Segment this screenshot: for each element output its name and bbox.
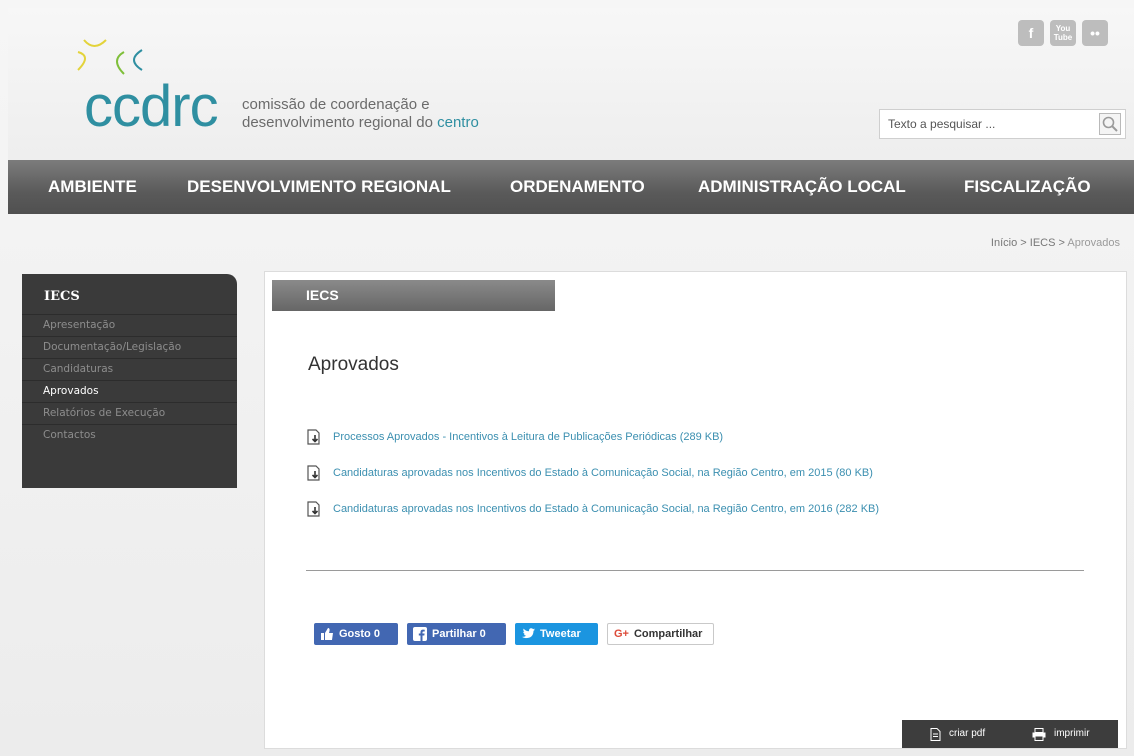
document-link[interactable]: Processos Aprovados - Incentivos à Leitu…	[333, 429, 723, 445]
twitter-bird-icon	[521, 628, 535, 639]
document-link[interactable]: Candidaturas aprovadas nos Incentivos do…	[333, 465, 873, 481]
tagline-line-2: desenvolvimento regional do centro	[242, 114, 479, 132]
document-link[interactable]: Candidaturas aprovadas nos Incentivos do…	[333, 501, 879, 517]
page: ccdrc comissão de coordenação e desenvol…	[0, 0, 1134, 756]
thumbs-up-icon	[321, 628, 333, 640]
page-title: Aprovados	[308, 354, 399, 375]
list-item: Processos Aprovados - Incentivos à Leitu…	[306, 429, 879, 465]
sidebar-item-documentacao-legislacao[interactable]: Documentação/Legislação	[22, 336, 237, 358]
main-content: IECS Aprovados Processos Aprovados - Inc…	[264, 271, 1127, 749]
gplus-label: Compartilhar	[633, 628, 703, 640]
tweet-button[interactable]: Tweetar	[515, 623, 598, 645]
download-file-icon	[307, 429, 320, 445]
divider	[306, 570, 1084, 571]
list-item: Candidaturas aprovadas nos Incentivos do…	[306, 501, 879, 537]
sidebar-item-contactos[interactable]: Contactos	[22, 424, 237, 446]
sidebar-item-relatorios-de-execucao[interactable]: Relatórios de Execução	[22, 402, 237, 424]
sidebar: IECS Apresentação Documentação/Legislaçã…	[22, 274, 237, 488]
tagline-line-2-prefix: desenvolvimento regional do	[242, 114, 438, 131]
search-button[interactable]	[1099, 113, 1121, 135]
facebook-share-button[interactable]: Partilhar 0	[407, 623, 506, 645]
list-item: Candidaturas aprovadas nos Incentivos do…	[306, 465, 879, 501]
google-plus-icon: G+	[614, 628, 629, 640]
breadcrumb: Início > IECS > Aprovados	[991, 237, 1120, 249]
breadcrumb-home[interactable]: Início	[991, 237, 1017, 249]
social-links: f You Tube ••	[1018, 20, 1108, 46]
breadcrumb-current: Aprovados	[1067, 237, 1120, 249]
breadcrumb-separator: >	[1020, 237, 1027, 249]
download-file-icon	[307, 501, 320, 517]
sidebar-item-candidaturas[interactable]: Candidaturas	[22, 358, 237, 380]
download-file-icon	[307, 465, 320, 481]
pdf-icon	[930, 727, 941, 741]
search-input[interactable]	[880, 110, 1106, 138]
site-tagline: comissão de coordenação e desenvolviment…	[242, 96, 479, 132]
site-header: ccdrc comissão de coordenação e desenvol…	[8, 8, 1134, 160]
sidebar-item-apresentacao[interactable]: Apresentação	[22, 314, 237, 336]
nav-item-ordenamento[interactable]: ORDENAMENTO	[510, 160, 645, 214]
youtube-icon-bottom: Tube	[1053, 33, 1073, 42]
tagline-accent: centro	[437, 114, 479, 131]
section-tab: IECS	[272, 280, 555, 311]
youtube-icon[interactable]: You Tube	[1050, 20, 1076, 46]
search-icon	[1102, 116, 1118, 132]
create-pdf-label: criar pdf	[949, 728, 986, 739]
page-tools-bar: criar pdf imprimir	[902, 720, 1118, 748]
search-box	[879, 109, 1126, 139]
flickr-icon[interactable]: ••	[1082, 20, 1108, 46]
printer-icon	[1032, 727, 1046, 741]
document-list: Processos Aprovados - Incentivos à Leitu…	[306, 429, 879, 537]
sidebar-item-aprovados[interactable]: Aprovados	[22, 380, 237, 402]
tweet-label: Tweetar	[540, 628, 581, 640]
sidebar-title: IECS	[44, 289, 80, 304]
facebook-like-button[interactable]: Gosto 0	[314, 623, 398, 645]
create-pdf-button[interactable]: criar pdf	[930, 720, 985, 748]
breadcrumb-section[interactable]: IECS	[1030, 237, 1056, 249]
nav-item-administracao-local[interactable]: ADMINISTRAÇÃO LOCAL	[698, 160, 906, 214]
youtube-icon-top: You	[1055, 24, 1071, 33]
sidebar-list: Apresentação Documentação/Legislação Can…	[22, 314, 237, 446]
like-label: Gosto 0	[339, 628, 380, 640]
site-logo[interactable]: ccdrc	[84, 78, 219, 136]
main-nav: AMBIENTE DESENVOLVIMENTO REGIONAL ORDENA…	[8, 160, 1134, 214]
facebook-icon	[413, 627, 427, 641]
nav-item-desenvolvimento-regional[interactable]: DESENVOLVIMENTO REGIONAL	[187, 160, 451, 214]
tagline-line-1: comissão de coordenação e	[242, 96, 430, 113]
nav-item-fiscalizacao[interactable]: FISCALIZAÇÃO	[964, 160, 1091, 214]
facebook-icon[interactable]: f	[1018, 20, 1044, 46]
breadcrumb-separator: >	[1058, 237, 1065, 249]
share-label: Partilhar 0	[432, 628, 486, 640]
nav-item-ambiente[interactable]: AMBIENTE	[48, 160, 137, 214]
print-button[interactable]: imprimir	[1032, 720, 1090, 748]
share-bar: Gosto 0 Partilhar 0 Tweetar G+ Compartil…	[314, 623, 714, 645]
google-plus-share-button[interactable]: G+ Compartilhar	[607, 623, 714, 645]
print-label: imprimir	[1054, 728, 1090, 739]
